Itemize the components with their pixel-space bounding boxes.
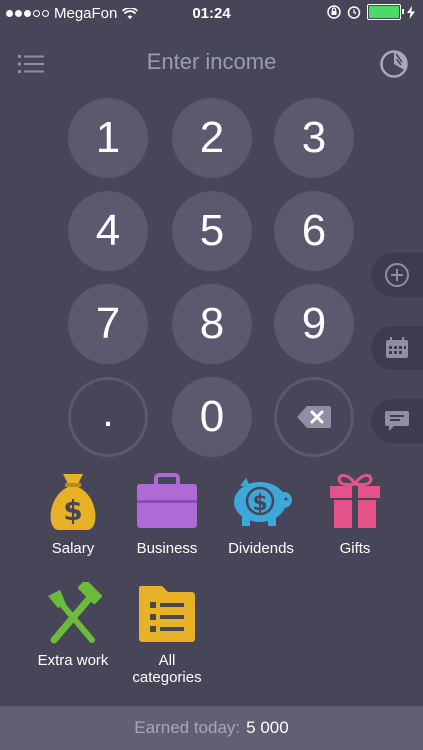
pie-chart-icon[interactable]: [379, 49, 409, 79]
category-label: Extra work: [37, 652, 109, 669]
header: Enter income: [0, 40, 423, 84]
category-all-categories[interactable]: All categories: [117, 582, 217, 686]
key-decimal[interactable]: .: [68, 377, 148, 457]
key-5[interactable]: 5: [172, 191, 252, 271]
svg-text:$: $: [63, 494, 82, 527]
comment-icon: [385, 411, 409, 431]
category-business[interactable]: Business: [117, 470, 217, 557]
earned-today-bar: Earned today: 5 000: [0, 706, 423, 750]
gift-icon: [330, 474, 380, 528]
category-label-line2: categories: [132, 669, 202, 686]
status-bar: MegaFon 01:24: [0, 0, 423, 28]
status-icons: [327, 4, 415, 20]
key-7[interactable]: 7: [68, 284, 148, 364]
alarm-icon: [347, 6, 361, 19]
category-label: Dividends: [228, 540, 294, 557]
key-backspace[interactable]: [274, 377, 354, 457]
rotation-lock-icon: [327, 5, 341, 19]
earned-today-label: Earned today:: [134, 718, 241, 737]
calendar-icon: [386, 337, 408, 358]
briefcase-icon: [137, 473, 197, 528]
comment-button[interactable]: [371, 399, 423, 443]
category-extra-work[interactable]: Extra work: [23, 582, 123, 669]
key-4[interactable]: 4: [68, 191, 148, 271]
key-0[interactable]: 0: [172, 377, 252, 457]
key-decimal-label: .: [102, 390, 114, 435]
battery-icon: [367, 4, 404, 20]
key-6[interactable]: 6: [274, 191, 354, 271]
battery-level-fill: [369, 6, 399, 18]
key-9[interactable]: 9: [274, 284, 354, 364]
key-1[interactable]: 1: [68, 98, 148, 178]
earned-today-value: 5 000: [246, 718, 289, 737]
key-2[interactable]: 2: [172, 98, 252, 178]
category-gifts[interactable]: Gifts: [305, 470, 405, 557]
tools-icon: [48, 582, 102, 644]
category-label: Salary: [51, 540, 95, 557]
page-title: Enter income: [146, 49, 277, 74]
backspace-icon: [297, 406, 331, 428]
piggy-bank-icon: $: [234, 478, 292, 526]
category-salary[interactable]: $ Salary: [23, 470, 123, 557]
charging-icon: [407, 5, 415, 19]
category-list-icon: [138, 586, 195, 642]
plus-circle-icon: [385, 263, 409, 287]
key-8[interactable]: 8: [172, 284, 252, 364]
category-label: Gifts: [339, 540, 371, 557]
category-label-line1: All: [158, 652, 176, 669]
keypad: 1 2 3 4 5 6 7 8 9 . 0: [0, 98, 423, 458]
add-button[interactable]: [371, 253, 423, 297]
svg-text:$: $: [252, 491, 267, 516]
calendar-button[interactable]: [371, 326, 423, 370]
category-dividends[interactable]: $ Dividends: [211, 470, 311, 557]
category-label: Business: [136, 540, 198, 557]
key-3[interactable]: 3: [274, 98, 354, 178]
money-bag-icon: $: [50, 474, 96, 530]
